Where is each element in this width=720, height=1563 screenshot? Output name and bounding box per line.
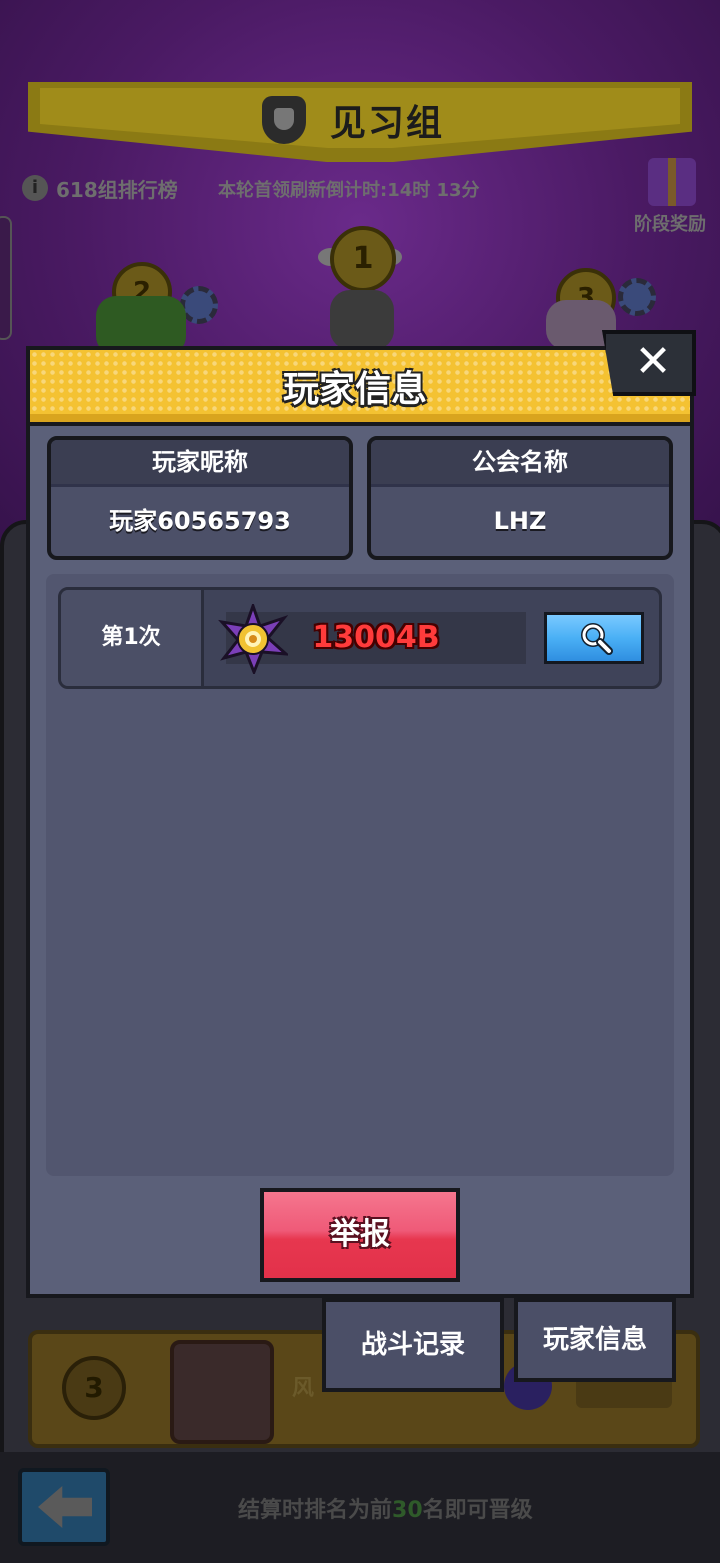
record-attempt-label: 第1次	[61, 590, 204, 686]
guild-value: LHZ	[493, 507, 547, 535]
promotion-hint-number: 30	[392, 1498, 423, 1523]
first-place-avatar	[330, 290, 394, 350]
view-detail-button[interactable]	[544, 612, 644, 664]
row-rank-badge: 3	[62, 1356, 126, 1420]
promotion-hint: 结算时排名为前30名即可晋级	[238, 1492, 533, 1524]
league-title: 见习组	[330, 103, 445, 144]
row-avatar	[170, 1340, 274, 1444]
player-info-label: 玩家信息	[542, 1325, 647, 1355]
promotion-hint-prefix: 结算时排名为前	[238, 1498, 393, 1523]
report-button[interactable]: 举报	[260, 1188, 460, 1282]
promotion-hint-suffix: 名即可晋级	[422, 1498, 533, 1523]
boss-countdown: 本轮首领刷新倒计时:14时 13分	[218, 180, 480, 201]
shield-icon	[262, 96, 306, 144]
info-icon[interactable]: i	[22, 175, 48, 201]
close-button[interactable]: ✕	[602, 330, 696, 396]
modal-header: 玩家信息	[30, 350, 690, 426]
nickname-header: 玩家昵称	[51, 440, 349, 487]
first-place-medal: 1	[330, 226, 396, 292]
back-arrow-icon	[38, 1486, 92, 1528]
close-icon: ✕	[634, 336, 672, 387]
record-damage-value: 13004B	[312, 620, 440, 655]
leaderboard-label: 618组排行榜	[56, 178, 178, 202]
gear-icon	[618, 278, 656, 316]
guild-card: 公会名称 LHZ	[367, 436, 673, 560]
gift-icon[interactable]	[648, 158, 696, 206]
battle-record-label: 战斗记录	[360, 1330, 465, 1360]
stage-reward-label: 阶段奖励	[634, 214, 706, 235]
player-info-button[interactable]: 玩家信息	[514, 1298, 676, 1382]
search-icon	[581, 623, 613, 655]
modal-title: 玩家信息	[282, 369, 427, 410]
guild-header: 公会名称	[371, 440, 669, 487]
row-player-name: 风	[292, 1376, 315, 1401]
report-label: 举报	[330, 1217, 390, 1252]
battle-record-button[interactable]: 战斗记录	[322, 1298, 504, 1392]
nickname-value: 玩家60565793	[109, 507, 291, 535]
side-tab[interactable]	[0, 216, 12, 340]
nickname-card: 玩家昵称 玩家60565793	[47, 436, 353, 560]
back-button[interactable]	[18, 1468, 110, 1546]
